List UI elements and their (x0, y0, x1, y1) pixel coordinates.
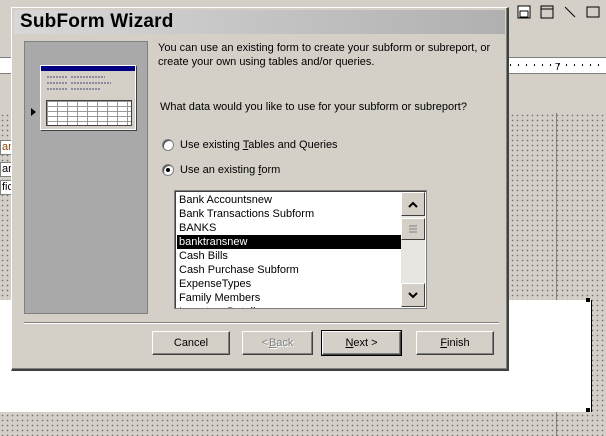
list-scrollbar[interactable] (401, 192, 425, 307)
line-icon[interactable] (561, 4, 579, 20)
divider (24, 322, 499, 324)
option-existing-form[interactable]: Use an existing form (162, 164, 280, 176)
list-item[interactable]: BANKS (177, 221, 401, 235)
grip-icon (409, 225, 417, 233)
preview-panel (24, 41, 148, 314)
forms-list: Bank Accountsnew Bank Transactions Subfor… (177, 193, 401, 308)
subform-wizard-dialog: SubForm Wizard You can use an existing f… (11, 7, 509, 371)
chevron-down-icon (408, 291, 418, 298)
chevron-up-icon (408, 201, 418, 208)
resize-handle[interactable] (586, 298, 590, 302)
ruler-ticks (510, 64, 606, 66)
forms-listbox[interactable]: Bank Accountsnew Bank Transactions Subfor… (174, 190, 427, 309)
pointer-arrow-icon (31, 108, 36, 116)
dialog-title: SubForm Wizard (20, 11, 174, 32)
cancel-button[interactable]: Cancel (152, 331, 230, 355)
list-item[interactable]: banktransnew (177, 235, 401, 249)
intro-text: You can use an existing form to create y… (158, 41, 503, 69)
option-tables-label: Use existing Tables and Queries (180, 139, 338, 151)
back-button[interactable]: < Back (242, 331, 313, 355)
list-item[interactable]: Bank Accountsnew (177, 193, 401, 207)
box-icon[interactable] (538, 4, 556, 20)
intro-line: create your own using tables and/or quer… (158, 56, 375, 68)
scroll-thumb[interactable] (401, 218, 425, 240)
next-button[interactable]: Next > (321, 330, 402, 356)
scroll-up-button[interactable] (401, 192, 425, 216)
list-item[interactable]: Cash Purchase Subform (177, 263, 401, 277)
intro-line: You can use an existing form to create y… (158, 42, 491, 54)
list-item[interactable]: ExpenseTypes (177, 277, 401, 291)
list-item[interactable]: Inventory Details (177, 305, 401, 308)
form-preview-icon (40, 65, 136, 130)
question-text: What data would you like to use for your… (160, 101, 467, 113)
finish-button[interactable]: Finish (416, 331, 494, 355)
radio-tables[interactable] (162, 139, 174, 151)
subform-icon[interactable] (515, 4, 533, 20)
option-existing-tables[interactable]: Use existing Tables and Queries (162, 139, 338, 151)
option-form-label: Use an existing form (180, 164, 281, 176)
list-item[interactable]: Bank Transactions Subform (177, 207, 401, 221)
rectangle-icon[interactable] (584, 4, 602, 20)
title-bar[interactable]: SubForm Wizard (14, 10, 505, 34)
scroll-down-button[interactable] (401, 283, 425, 307)
list-item[interactable]: Cash Bills (177, 249, 401, 263)
resize-handle[interactable] (586, 408, 590, 412)
radio-form[interactable] (162, 164, 174, 176)
list-item[interactable]: Family Members (177, 291, 401, 305)
